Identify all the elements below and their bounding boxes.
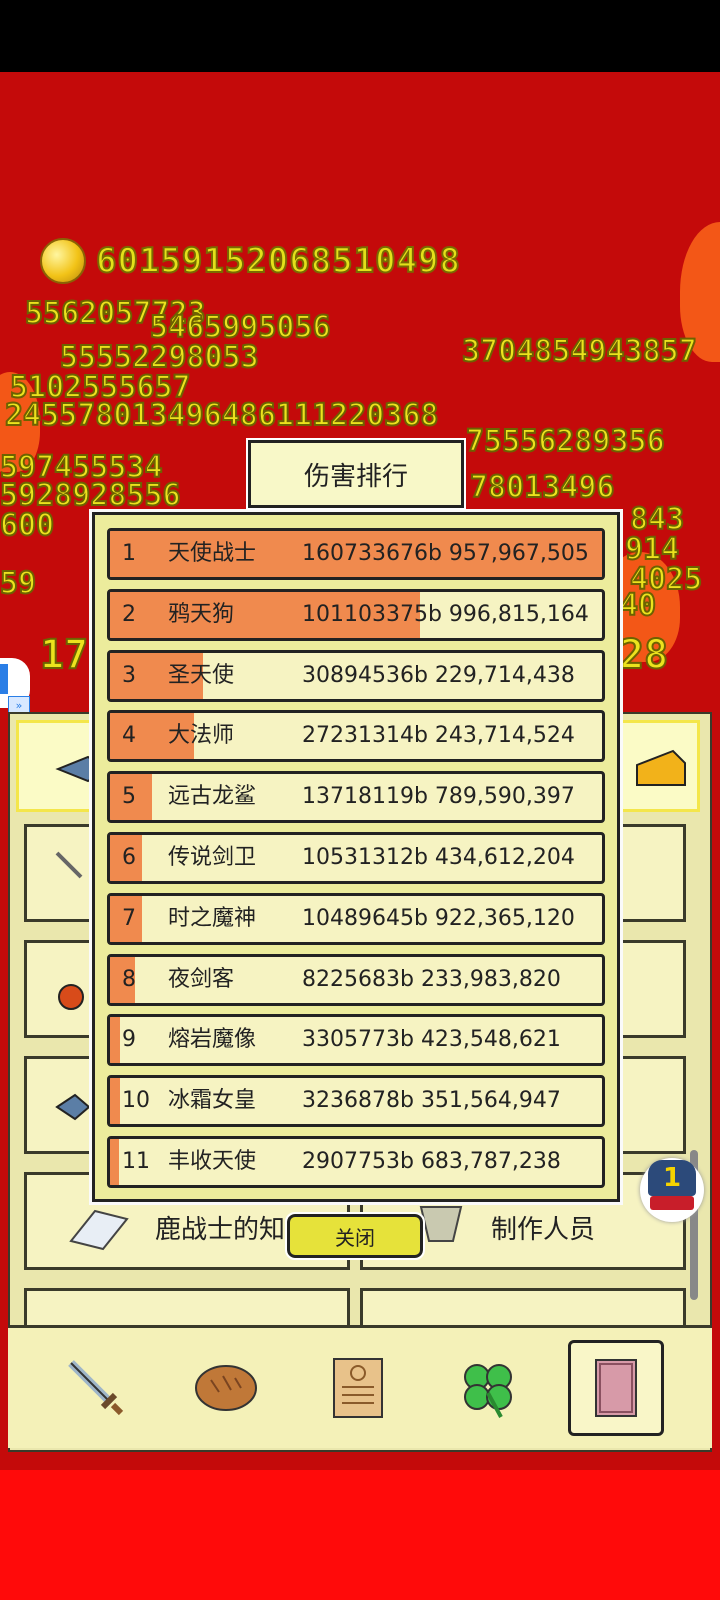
ranking-row: 2 鸦天狗 101103375b 996,815,164 [107, 588, 605, 641]
side-tab-accent [0, 664, 8, 694]
bottom-nav [8, 1325, 712, 1448]
ranking-row: 1 天使战士 160733676b 957,967,505 [107, 528, 605, 580]
nav-clover-button[interactable] [440, 1340, 536, 1436]
nav-scroll-button[interactable] [310, 1340, 406, 1436]
potion-icon [58, 984, 84, 1010]
damage-value: 8225683b 233,983,820 [302, 966, 561, 992]
hero-name: 冰霜女皇 [168, 1088, 257, 1114]
damage-value: 3305773b 423,548,621 [302, 1027, 561, 1053]
ranking-row: 8 夜剑客 8225683b 233,983,820 [107, 953, 605, 1006]
hero-name: 丰收天使 [168, 1149, 257, 1174]
bottom-background [0, 1470, 720, 1600]
damage-number: 245578013496486111220368 [4, 397, 439, 434]
ranking-row: 5 远古龙鲨 13718119b 789,590,397 [107, 771, 605, 824]
currency-value: 60159152068510498 [95, 240, 461, 282]
rank-number: 7 [122, 905, 136, 931]
rank-number: 2 [122, 601, 136, 627]
rank-number: 6 [122, 845, 136, 870]
damage-bar [110, 1139, 119, 1185]
damage-number: 600 [0, 507, 55, 544]
damage-value: 27231314b 243,714,524 [302, 723, 575, 749]
hero-name: 熔岩魔像 [168, 1027, 257, 1053]
nav-book-button[interactable] [568, 1340, 664, 1436]
damage-number: 78013496 [469, 469, 615, 506]
clover-icon [464, 1364, 512, 1418]
rank-number: 4 [122, 723, 136, 749]
damage-number: 28 [619, 631, 669, 679]
damage-number: 75556289356 [465, 423, 666, 460]
ranking-row: 11 丰收天使 2907753b 683,787,238 [107, 1136, 605, 1188]
hero-name: 鸦天狗 [168, 601, 235, 627]
fish-icon [55, 1093, 91, 1121]
nav-bread-button[interactable] [178, 1340, 274, 1436]
hero-name: 天使战士 [168, 541, 257, 566]
character-badge[interactable]: 1 [640, 1158, 704, 1222]
hero-name: 时之魔神 [168, 905, 257, 931]
rank-number: 10 [122, 1088, 150, 1114]
damage-value: 13718119b 789,590,397 [302, 784, 575, 810]
character-avatar [650, 1196, 694, 1210]
damage-value: 2907753b 683,787,238 [302, 1149, 561, 1174]
menu-cell[interactable] [616, 824, 686, 922]
ranking-row: 9 熔岩魔像 3305773b 423,548,621 [107, 1014, 605, 1067]
hero-name: 夜剑客 [168, 966, 235, 992]
damage-value: 3236878b 351,564,947 [302, 1088, 561, 1114]
damage-value: 101103375b 996,815,164 [302, 601, 589, 627]
damage-value: 10531312b 434,612,204 [302, 845, 575, 870]
close-button[interactable]: 关闭 [285, 1212, 425, 1260]
damage-bar [110, 1017, 121, 1064]
currency-display: 60159152068510498 [40, 236, 461, 286]
ranking-row: 3 圣天使 30894536b 229,714,438 [107, 649, 605, 702]
menu-cell[interactable] [616, 1056, 686, 1154]
badge-count: 1 [648, 1160, 696, 1196]
rank-number: 9 [122, 1027, 136, 1053]
damage-number: 40 [619, 587, 657, 624]
menu-cell[interactable] [616, 940, 686, 1038]
rank-number: 5 [122, 784, 136, 810]
damage-value: 10489645b 922,365,120 [302, 905, 575, 931]
ranking-row: 6 传说剑卫 10531312b 434,612,204 [107, 832, 605, 884]
menu-cell-top-right[interactable] [614, 720, 700, 812]
rank-number: 11 [122, 1149, 150, 1174]
hero-name: 大法师 [168, 723, 235, 749]
dialog-title: 伤害排行 [246, 438, 466, 510]
hero-name: 远古龙鲨 [168, 784, 257, 810]
rank-number: 8 [122, 966, 136, 992]
coin-icon [40, 238, 86, 284]
damage-number: 59 [0, 565, 37, 602]
rank-number: 1 [122, 541, 136, 566]
hero-name: 传说剑卫 [168, 845, 257, 870]
status-bar [0, 0, 720, 72]
ranking-row: 4 大法师 27231314b 243,714,524 [107, 710, 605, 763]
damage-number: 17 [39, 631, 89, 679]
scroll-icon [333, 1358, 383, 1418]
rank-number: 3 [122, 662, 136, 688]
credits-label: 制作人员 [491, 1215, 596, 1245]
damage-value: 30894536b 229,714,438 [302, 662, 575, 688]
book-icon [69, 1209, 129, 1251]
damage-number: 3704854943857 [461, 333, 698, 370]
ranking-row: 7 时之魔神 10489645b 922,365,120 [107, 892, 605, 945]
nav-sword-button[interactable] [46, 1340, 142, 1436]
ranking-row: 10 冰霜女皇 3236878b 351,564,947 [107, 1075, 605, 1128]
sword-icon [55, 851, 83, 879]
damage-bar [110, 1078, 120, 1125]
book-icon [595, 1359, 637, 1417]
cheese-icon [636, 749, 686, 786]
damage-value: 160733676b 957,967,505 [302, 541, 589, 566]
hero-name: 圣天使 [168, 662, 235, 688]
bread-icon [195, 1365, 257, 1411]
sword-icon [68, 1360, 124, 1416]
